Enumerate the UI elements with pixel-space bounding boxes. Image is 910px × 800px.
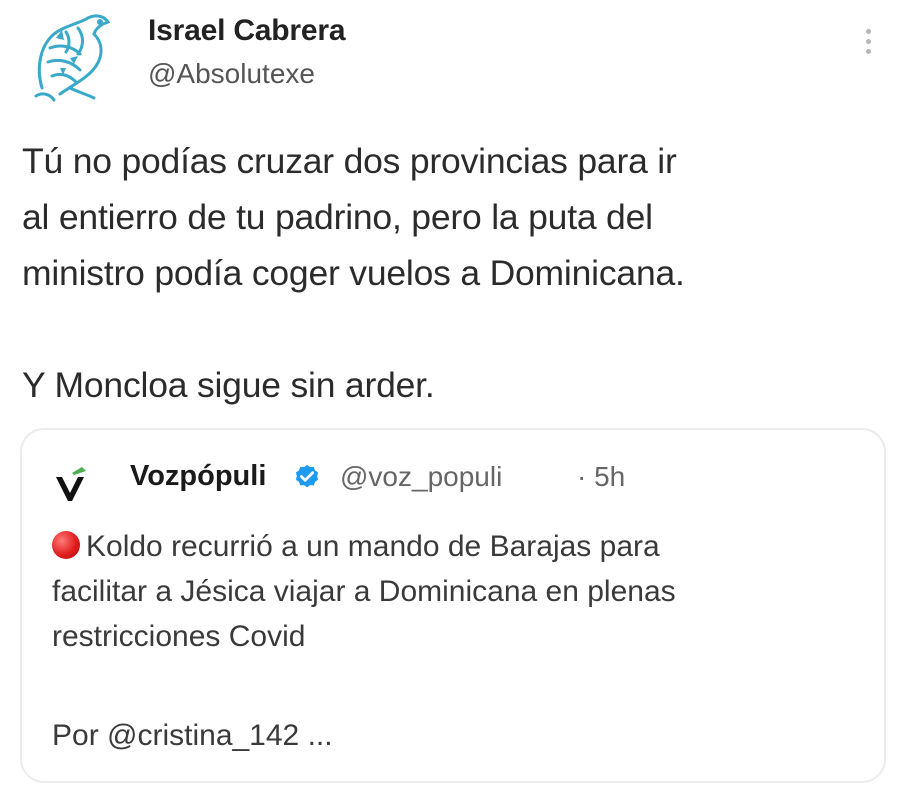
quoted-tweet-body: Koldo recurrió a un mando de Barajas par… xyxy=(52,524,872,659)
author-handle[interactable]: @Absolutexe xyxy=(148,58,315,90)
tweet-body-line: al entierro de tu padrino, pero la puta … xyxy=(22,197,653,237)
verified-badge-icon xyxy=(295,464,319,488)
dragon-emblem-avatar[interactable] xyxy=(30,8,112,102)
quoted-body-line: restricciones Covid xyxy=(52,620,306,653)
quoted-author-handle[interactable]: @voz_populi xyxy=(340,461,502,493)
quoted-body-line: facilitar a Jésica viajar a Dominicana e… xyxy=(52,575,676,608)
tweet-card: Israel Cabrera @Absolutexe Tú no podías … xyxy=(0,0,910,800)
quoted-tweet-card[interactable]: Vozpópuli @voz_populi · 5h Koldo recurri… xyxy=(20,428,886,783)
red-circle-icon xyxy=(52,531,80,559)
tweet-body-closing: Y Moncloa sigue sin arder. xyxy=(22,365,435,405)
author-name[interactable]: Israel Cabrera xyxy=(148,14,346,48)
quoted-body-line: Koldo recurrió a un mando de Barajas par… xyxy=(52,524,872,569)
quoted-author-name[interactable]: Vozpópuli xyxy=(130,460,266,493)
tweet-body: Tú no podías cruzar dos provincias para … xyxy=(22,133,892,413)
tweet-body-line: ministro podía coger vuelos a Dominicana… xyxy=(22,253,685,293)
quoted-byline: Por @cristina_142 ... xyxy=(52,719,333,752)
vertical-ellipsis-icon[interactable] xyxy=(858,26,878,62)
tweet-body-line: Tú no podías cruzar dos provincias para … xyxy=(22,141,677,181)
vozpopuli-v-logo-icon xyxy=(56,467,86,501)
quoted-timestamp[interactable]: · 5h xyxy=(577,461,625,493)
